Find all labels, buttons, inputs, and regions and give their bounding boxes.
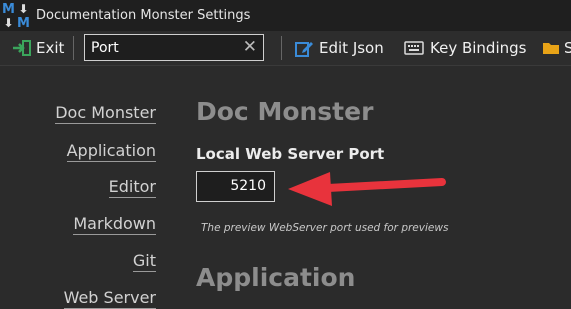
nav-item-markdown[interactable]: Markdown	[73, 214, 156, 235]
save-button[interactable]: S	[542, 31, 571, 65]
edit-json-label: Edit Json	[319, 39, 384, 57]
section-title-doc-monster: Doc Monster	[196, 97, 374, 126]
edit-json-button[interactable]: Edit Json	[295, 31, 384, 65]
exit-icon	[13, 40, 31, 56]
save-label: S	[564, 39, 571, 57]
keyboard-icon	[404, 41, 424, 55]
window-title: Documentation Monster Settings	[36, 8, 251, 23]
key-bindings-button[interactable]: Key Bindings	[404, 31, 526, 65]
exit-label: Exit	[36, 39, 65, 57]
setting-label: Local Web Server Port	[196, 145, 385, 163]
setting-help-text: The preview WebServer port used for prev…	[201, 222, 449, 234]
section-title-application: Application	[196, 263, 356, 292]
port-field[interactable]	[196, 171, 275, 202]
annotation-arrow-icon	[288, 172, 446, 206]
toolbar-divider	[73, 36, 74, 60]
toolbar-divider	[281, 36, 282, 60]
nav-item-web-server[interactable]: Web Server	[63, 288, 156, 309]
toolbar: Exit ✕ Edit Json Key Bindings S	[0, 31, 571, 66]
search-input[interactable]	[91, 38, 241, 57]
key-bindings-label: Key Bindings	[430, 39, 527, 57]
exit-button[interactable]: Exit	[12, 31, 64, 65]
nav-item-git[interactable]: Git	[132, 251, 156, 272]
title-bar: M ⬇ ⬇ M Documentation Monster Settings	[0, 0, 571, 31]
search-box[interactable]: ✕	[84, 34, 264, 61]
folder-icon	[543, 43, 559, 54]
clear-search-icon[interactable]: ✕	[243, 37, 257, 57]
port-input[interactable]	[206, 178, 266, 194]
nav-item-doc-monster[interactable]: Doc Monster	[55, 103, 156, 124]
app-logo-icon: M ⬇ ⬇ M	[0, 0, 32, 31]
nav-item-application[interactable]: Application	[66, 141, 156, 162]
edit-icon	[295, 41, 313, 57]
nav-item-editor[interactable]: Editor	[108, 177, 156, 198]
